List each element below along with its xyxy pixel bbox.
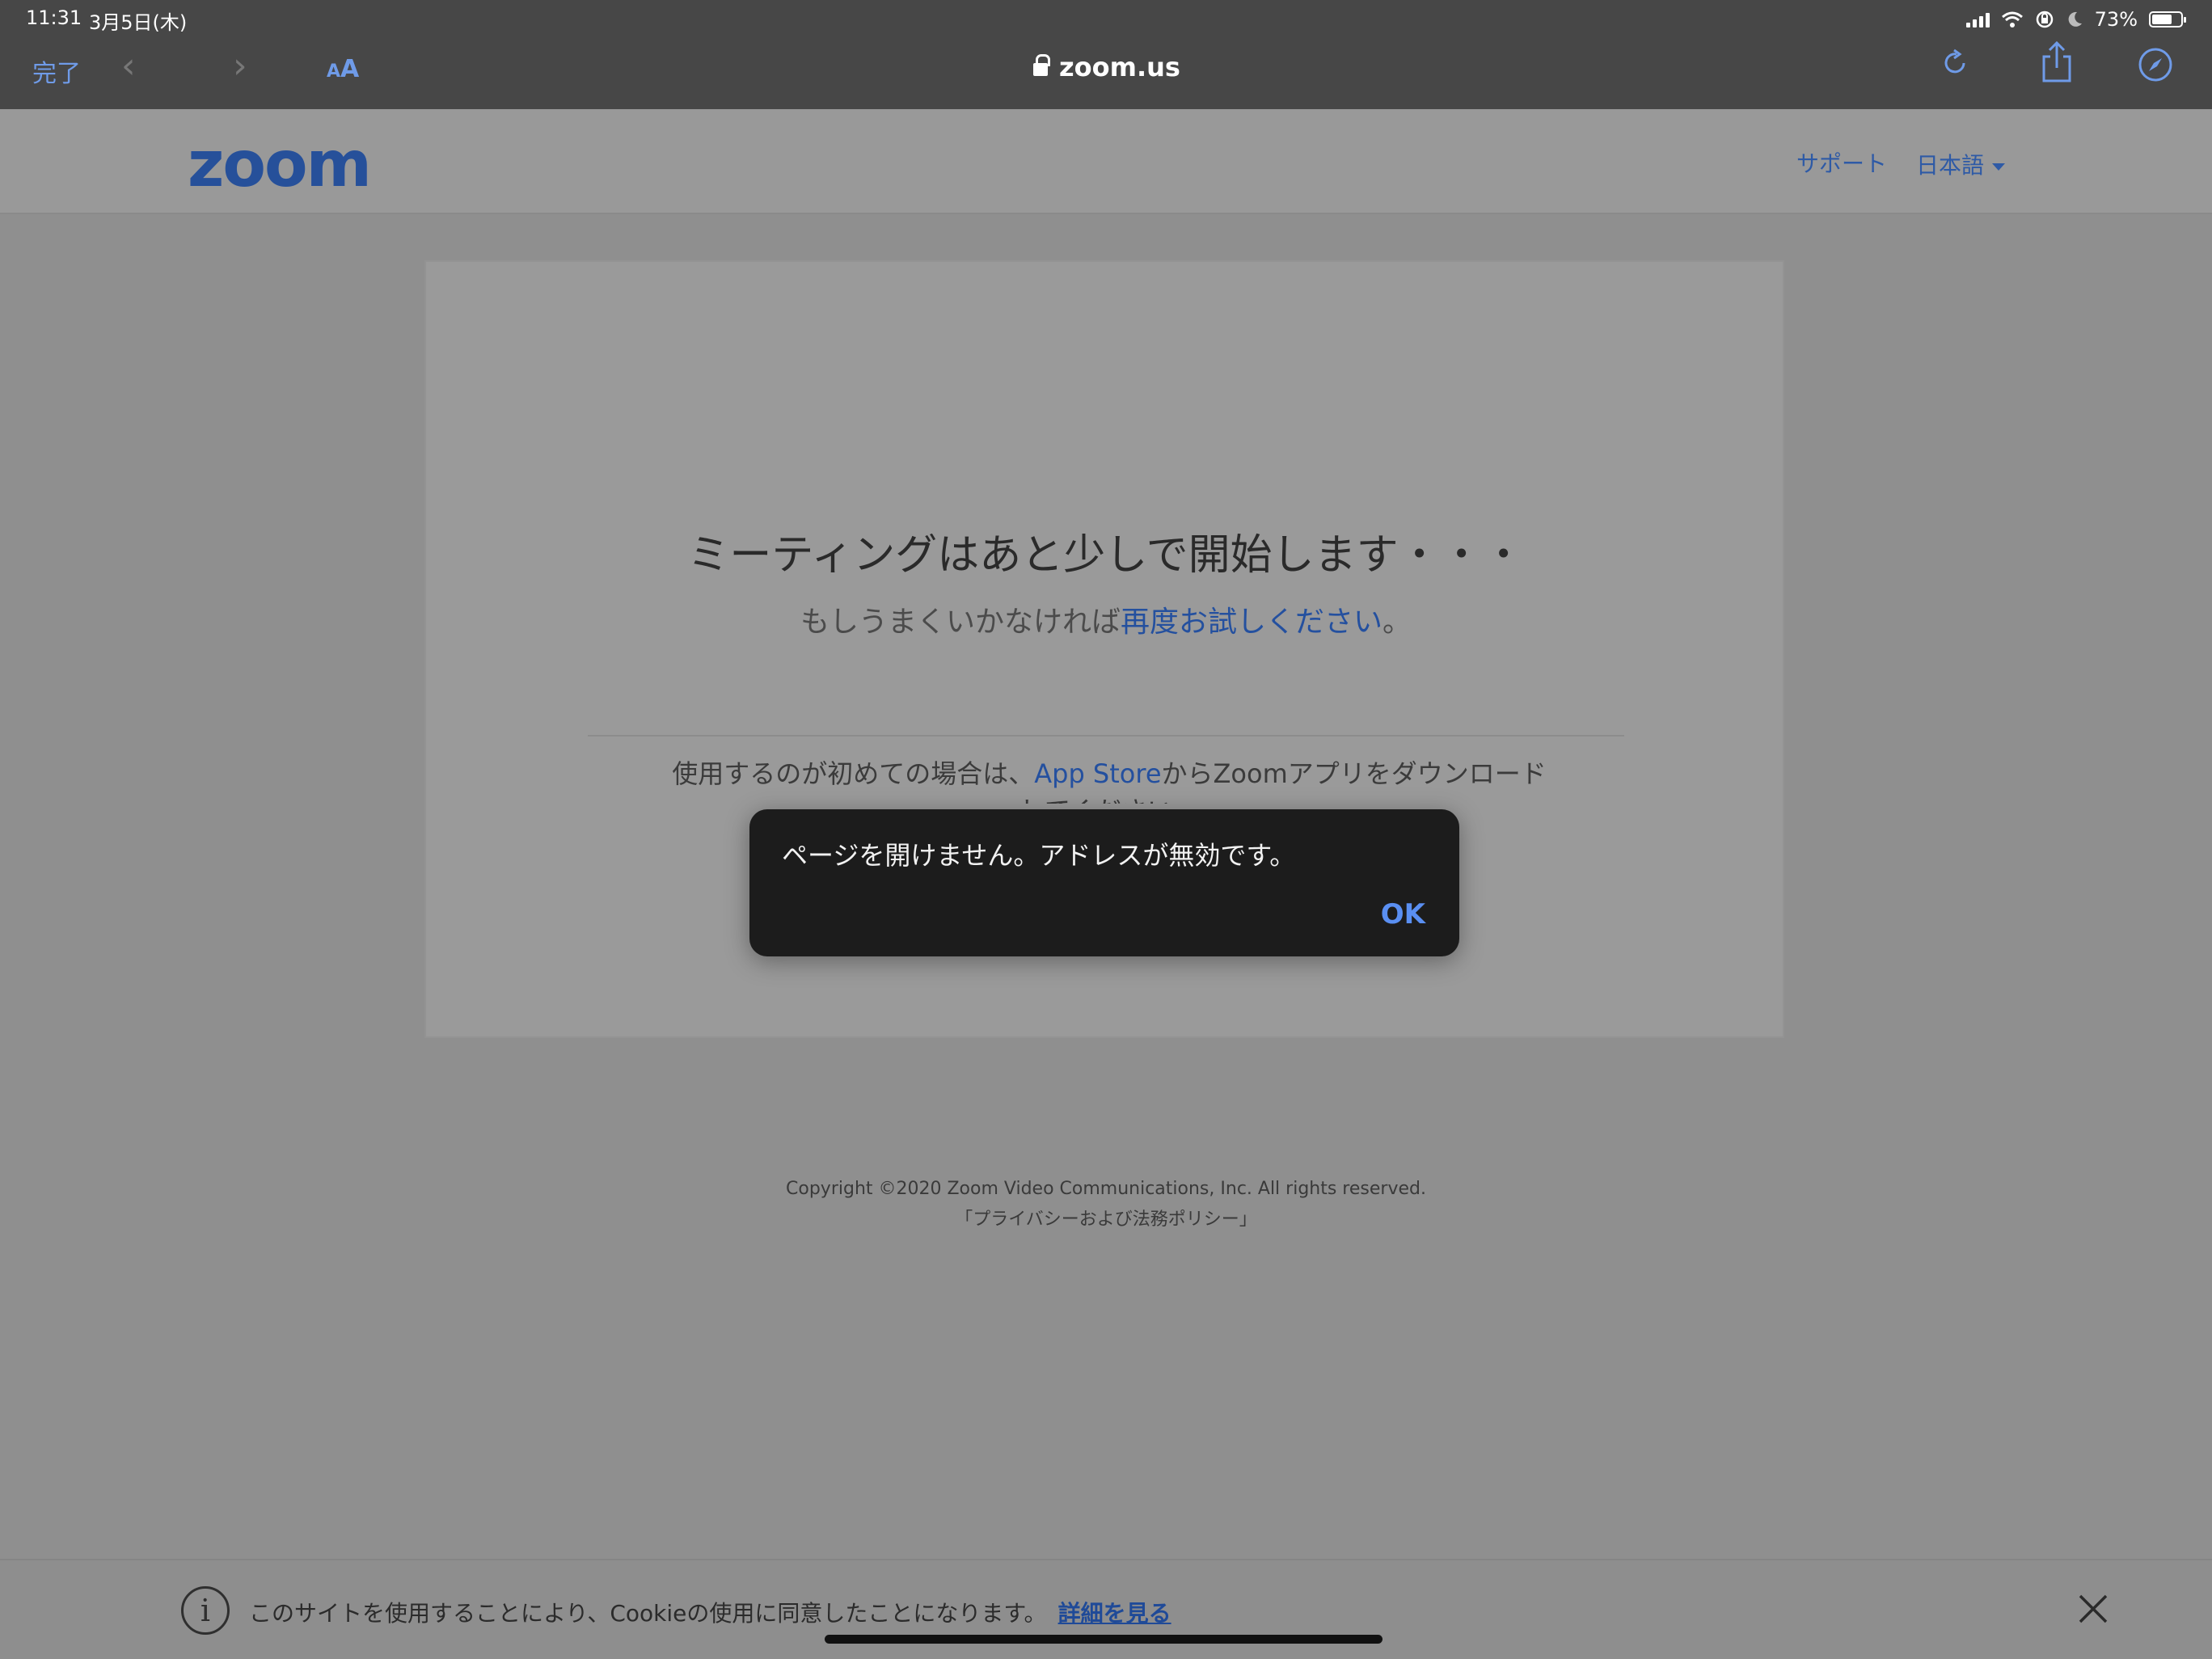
cellular-signal-icon xyxy=(1965,11,1990,27)
close-icon[interactable] xyxy=(2074,1589,2113,1628)
text-size-small: A xyxy=(327,61,341,82)
orientation-lock-icon xyxy=(2036,11,2053,28)
language-selector[interactable]: 日本語 xyxy=(1916,148,2006,180)
browser-toolbar: 11:31 3月5日(木) 73% 完了 ‹ › AA zoom.us xyxy=(0,0,2212,109)
zoom-logo[interactable]: zoom xyxy=(188,129,372,201)
retry-suffix: 。 xyxy=(1382,606,1412,639)
first-time-prefix: 使用するのが初めての場合は、 xyxy=(672,758,1035,789)
compass-icon[interactable] xyxy=(2138,47,2173,82)
app-store-link[interactable]: App Store xyxy=(1034,758,1161,789)
back-icon[interactable]: ‹ xyxy=(121,49,136,84)
battery-percent: 73% xyxy=(2094,8,2138,31)
support-link[interactable]: サポート xyxy=(1796,146,1887,179)
language-label: 日本語 xyxy=(1916,152,1985,179)
chevron-down-icon xyxy=(1992,163,2006,171)
address-bar[interactable]: zoom.us xyxy=(1033,52,1180,82)
home-indicator[interactable] xyxy=(825,1635,1382,1644)
first-time-message: 使用するのが初めての場合は、App StoreからZoomアプリをダウンロードし… xyxy=(661,755,1558,804)
battery-level xyxy=(2152,15,2172,24)
status-indicators: 73% xyxy=(1965,5,2186,34)
status-time: 11:31 xyxy=(26,6,82,29)
divider xyxy=(588,735,1624,737)
lock-icon xyxy=(1033,54,1050,78)
cookie-message: このサイトを使用することにより、Cookieの使用に同意したことになります。 詳細… xyxy=(249,1596,1171,1628)
text-size-large: A xyxy=(340,55,360,83)
privacy-link[interactable]: 「プライバシーおよび法務ポリシー」 xyxy=(0,1205,2212,1231)
battery-icon xyxy=(2149,11,2186,27)
moon-icon xyxy=(2068,11,2082,27)
cookie-text: このサイトを使用することにより、Cookieの使用に同意したことになります。 xyxy=(249,1600,1047,1627)
done-button[interactable]: 完了 xyxy=(32,53,81,89)
site-header: zoom サポート 日本語 xyxy=(0,109,2212,214)
text-size-button[interactable]: AA xyxy=(327,55,359,83)
reload-icon[interactable] xyxy=(1939,47,1971,79)
ok-button[interactable]: OK xyxy=(1381,898,1425,931)
share-icon[interactable] xyxy=(2039,40,2075,84)
alert-message: ページを開けません。アドレスが無効です。 xyxy=(782,840,1296,871)
retry-message: もしうまくいかなければ再度お試しください。 xyxy=(426,598,1786,640)
copyright-text: Copyright ©2020 Zoom Video Communication… xyxy=(786,1179,1426,1199)
retry-link[interactable]: 再度お試しください xyxy=(1121,606,1382,639)
cookie-details-link[interactable]: 詳細を見る xyxy=(1058,1600,1171,1627)
wifi-icon xyxy=(2001,11,2023,27)
status-date: 3月5日(木) xyxy=(89,11,188,34)
cookie-banner: i このサイトを使用することにより、Cookieの使用に同意したことになります。… xyxy=(0,1559,2212,1659)
info-icon: i xyxy=(181,1586,230,1635)
error-alert: ページを開けません。アドレスが無効です。 OK xyxy=(749,809,1459,956)
url-text: zoom.us xyxy=(1059,52,1180,82)
screen: 11:31 3月5日(木) 73% 完了 ‹ › AA zoom.us zoom… xyxy=(0,0,2212,1659)
retry-prefix: もしうまくいかなければ xyxy=(800,606,1121,639)
page-title: ミーティングはあと少しで開始します・・・ xyxy=(687,531,1525,580)
forward-icon[interactable]: › xyxy=(233,49,247,84)
